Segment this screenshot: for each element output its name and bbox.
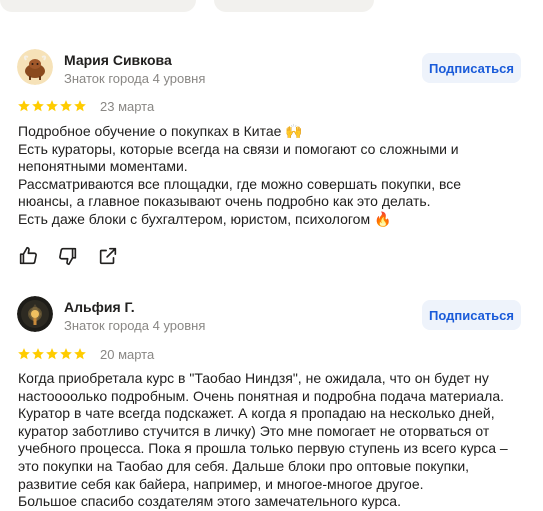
star-icon	[32, 100, 44, 112]
reviewer-level: Знаток города 4 уровня	[64, 318, 206, 333]
star-icon	[18, 100, 30, 112]
review-text: Подробное обучение о покупках в Китае 🙌 …	[18, 123, 528, 229]
review-text-line: Большое спасибо создателям этого замечат…	[18, 493, 401, 510]
like-icon[interactable]	[17, 245, 39, 267]
subscribe-button[interactable]: Подписаться	[422, 300, 521, 330]
review-text-line: настоооолько подробным. Очень понятная и…	[18, 387, 505, 404]
star-icon	[60, 348, 72, 360]
review-text-line: Куратор в чате всегда подскажет. А когда…	[18, 405, 495, 422]
review-text-line: это покупки на Таобао для себя. Дальше б…	[18, 457, 470, 474]
review-actions	[17, 245, 137, 267]
review-text-line: учебного процесса. Пока я прошла только …	[18, 440, 508, 457]
review-date: 23 марта	[100, 99, 155, 114]
reviewer-name[interactable]: Мария Сивкова	[64, 52, 172, 68]
star-icon	[46, 100, 58, 112]
review-text: Когда приобретала курс в "Таобао Ниндзя"…	[18, 370, 528, 511]
star-icon	[32, 348, 44, 360]
user-avatar[interactable]	[17, 49, 53, 85]
review-text-line: Когда приобретала курс в "Таобао Ниндзя"…	[18, 370, 489, 386]
review-text-line: Есть даже блоки с бухгалтером, юристом, …	[18, 210, 392, 227]
review-text-line: Подробное обучение о покупках в Китае 🙌	[18, 123, 303, 139]
review-text-line: нюансы, а главное показывают очень подро…	[18, 193, 431, 210]
star-icon	[74, 348, 86, 360]
rating-stars	[17, 347, 87, 361]
dislike-icon[interactable]	[57, 245, 79, 267]
top-card-right[interactable]	[214, 0, 374, 12]
user-avatar[interactable]	[17, 296, 53, 332]
previous-cards	[0, 0, 543, 14]
star-icon	[74, 100, 86, 112]
review-text-line: развитие себя как байера, например, и мн…	[18, 475, 424, 492]
review-text-line: Рассматриваются все площадки, где можно …	[18, 175, 462, 192]
review-text-line: куратор заботливо стучится в личку) Это …	[18, 422, 490, 439]
share-icon[interactable]	[97, 245, 119, 267]
star-icon	[46, 348, 58, 360]
top-card-left[interactable]	[0, 0, 196, 12]
star-icon	[60, 100, 72, 112]
subscribe-button[interactable]: Подписаться	[422, 53, 521, 83]
reviewer-name[interactable]: Альфия Г.	[64, 299, 135, 315]
star-icon	[18, 348, 30, 360]
review-text-line: Есть кураторы, которые всегда на связи и…	[18, 140, 459, 157]
review-text-line: непонятными моментами.	[18, 158, 188, 175]
rating-stars	[17, 99, 87, 113]
reviewer-level: Знаток города 4 уровня	[64, 71, 206, 86]
review-date: 20 марта	[100, 347, 155, 362]
